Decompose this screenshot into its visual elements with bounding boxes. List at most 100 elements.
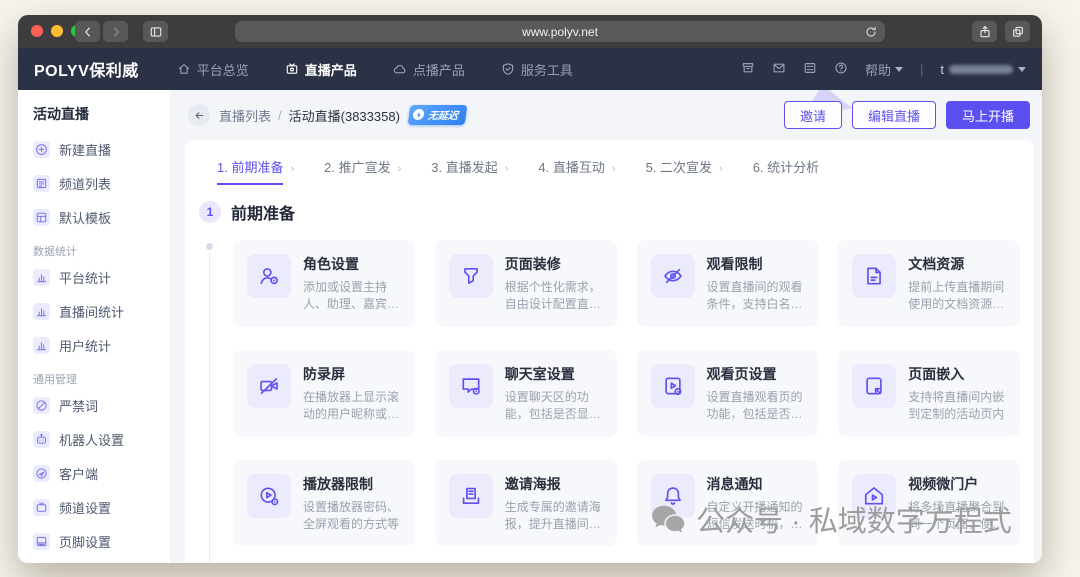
embed-icon [852,364,896,408]
tabs-icon [1011,25,1025,39]
archive-icon-button[interactable] [741,61,755,78]
feature-card-video-portal[interactable]: 视频微门户将多场直播聚合到同一个页面，便于活动前期的宣发... [838,460,1020,547]
polyv-logo[interactable]: POLYV保利威 [34,57,139,81]
robot-icon [33,431,50,448]
back-button[interactable] [188,104,210,126]
browser-window: www.polyv.net POLYV保利威 平台总览直播产品点播产品服务工具 … [18,15,1042,563]
start-live-button[interactable]: 马上开播 [946,101,1030,129]
sidebar-item-footer-settings[interactable]: 页脚设置 [33,524,170,558]
feature-card-role-settings[interactable]: 角色设置添加或设置主持人、助理、嘉宾的信息。以及新增助... [233,240,415,327]
cards-area: 角色设置添加或设置主持人、助理、嘉宾的信息。以及新增助... 页面装修根据个性化… [185,240,1034,563]
browser-back-button[interactable] [75,21,100,42]
tab-promotion[interactable]: 2. 推广宣发› [324,157,401,185]
template-icon [33,209,50,226]
chevron-right-icon: › [719,163,723,175]
sidebar-item-default-template[interactable]: 默认模板 [33,200,170,234]
timeline-line [209,252,210,563]
chevron-right-icon [109,25,123,39]
question-icon-button[interactable] [834,61,848,78]
edit-live-button[interactable]: 编辑直播 [852,101,936,129]
feature-card-chatroom-settings[interactable]: 聊天室设置设置聊天区的功能，包括是否显示欢迎语、是否支持... [435,350,617,437]
traffic-minimize-button[interactable] [51,25,63,37]
app-body: 活动直播 新建直播频道列表默认模板数据统计平台统计直播间统计用户统计通用管理严禁… [18,90,1042,563]
sidebar-item-client[interactable]: 客户端 [33,456,170,490]
sidebar-item-robot-settings[interactable]: 机器人设置 [33,422,170,456]
sidebar-item-banned-words[interactable]: 严禁词 [33,388,170,422]
sidebar-item-channel-list[interactable]: 频道列表 [33,166,170,200]
chat-gear-icon [449,364,493,408]
sidebar-item-new-live[interactable]: 新建直播 [33,132,170,166]
cloud-icon [393,62,407,76]
sidebar-toggle-button[interactable] [143,21,168,42]
card-title: 页面嵌入 [908,364,1006,384]
sidebar-item-user-stats[interactable]: 用户统计 [33,328,170,362]
card-description: 支持将直播间内嵌到定制的活动页内 [908,389,1006,424]
invite-button[interactable]: 邀请 [784,101,842,129]
url-bar[interactable]: www.polyv.net [235,21,885,42]
client-icon [33,465,50,482]
card-title: 观看限制 [707,254,805,274]
shield-icon [501,62,515,76]
tab-re-promotion[interactable]: 5. 二次宣发› [646,157,723,185]
card-title: 防录屏 [303,364,401,384]
card-title: 观看页设置 [707,364,805,384]
sidebar-item-channel-settings[interactable]: 频道设置 [33,490,170,524]
share-button[interactable] [972,21,997,42]
feature-card-watch-page-settings[interactable]: 观看页设置设置直播观看页的功能，包括是否允许移动端观看等 [637,350,819,437]
browser-chrome: www.polyv.net [18,15,1042,48]
card-title: 页面装修 [505,254,603,274]
breadcrumb-current: 活动直播(3833358) [289,106,400,125]
poster-icon [449,474,493,518]
traffic-close-button[interactable] [31,25,43,37]
chevron-left-icon [81,25,95,39]
browser-forward-button[interactable] [103,21,128,42]
reload-icon[interactable] [864,25,878,39]
feature-card-message-notification[interactable]: 消息通知自定义开播通知的短信发送时机，观众预约直播后，... [637,460,819,547]
tv-icon [33,499,50,516]
sidebar-item-platform-stats[interactable]: 平台统计 [33,260,170,294]
tab-launch[interactable]: 3. 直播发起› [431,157,508,185]
sidebar-item-room-stats[interactable]: 直播间统计 [33,294,170,328]
nav-item-live-products[interactable]: 直播产品 [285,60,357,79]
nav-item-service-tools[interactable]: 服务工具 [501,60,573,79]
document-icon [852,254,896,298]
chevron-right-icon: › [290,163,294,175]
breadcrumb-separator: / [278,108,282,123]
chevron-right-icon: › [505,163,509,175]
feature-card-page-decoration[interactable]: 页面装修根据个性化需求，自由设计配置直播间元素。支持自... [435,240,617,327]
feature-card-page-embed[interactable]: 页面嵌入支持将直播间内嵌到定制的活动页内 [838,350,1020,437]
header-actions: 邀请编辑直播马上开播 [784,101,1030,129]
sidebar-toggle-icon [149,25,163,39]
chart-icon [33,337,50,354]
sidebar-title: 活动直播 [33,104,170,124]
feature-card-watch-restriction[interactable]: 观看限制设置直播间的观看条件，支持白名单、报名观看、验... [637,240,819,327]
bell-icon [651,474,695,518]
help-menu[interactable]: 帮助 [865,60,903,79]
console-icon [803,61,817,75]
feature-card-invite-poster[interactable]: 邀请海报生成专属的邀请海报，提升直播间分享裂变的效果 [435,460,617,547]
card-description: 提前上传直播期间使用的文档资源，减少直播中的失... [908,279,1006,314]
paint-icon [449,254,493,298]
account-menu[interactable]: t [940,62,1026,77]
tab-prep[interactable]: 1. 前期准备› [217,157,294,185]
feature-card-document-resources[interactable]: 文档资源提前上传直播期间使用的文档资源，减少直播中的失... [838,240,1020,327]
card-title: 邀请海报 [505,474,603,494]
section-number-badge: 1 [199,201,221,223]
content-header: 直播列表 / 活动直播(3833358) 无延迟 邀请编辑直播马上开播 [170,90,1042,140]
bolt-icon [412,109,425,120]
mail-icon-button[interactable] [772,61,786,78]
camera-off-icon [247,364,291,408]
feature-card-player-restriction[interactable]: 播放器限制设置播放器密码、全屏观看的方式等 [233,460,415,547]
card-description: 设置直播间的观看条件，支持白名单、报名观看、验... [707,279,805,314]
breadcrumb-parent[interactable]: 直播列表 [219,106,271,125]
nav-item-platform-overview[interactable]: 平台总览 [177,60,249,79]
app-navbar: POLYV保利威 平台总览直播产品点播产品服务工具 帮助 | t [18,48,1042,90]
tab-overview-button[interactable] [1005,21,1030,42]
feature-card-anti-screen-record[interactable]: 防录屏在播放器上显示滚动的用户昵称或固定文字，达到防... [233,350,415,437]
tab-stats-analysis[interactable]: 6. 统计分析 [753,157,819,185]
portal-icon [852,474,896,518]
tab-interaction[interactable]: 4. 直播互动› [538,157,615,185]
console-icon-button[interactable] [803,61,817,78]
nav-item-vod-products[interactable]: 点播产品 [393,60,465,79]
card-description: 在播放器上显示滚动的用户昵称或固定文字，达到防... [303,389,401,424]
